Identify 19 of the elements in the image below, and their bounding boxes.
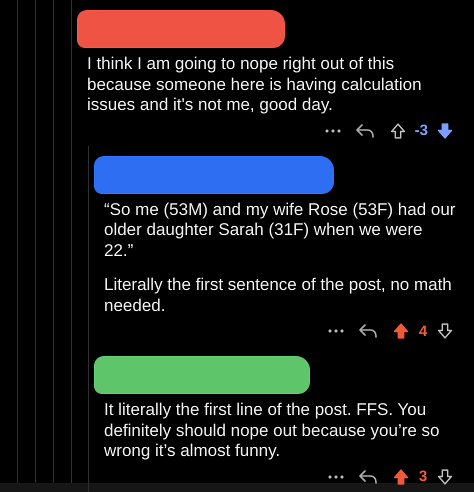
score: 3	[418, 468, 428, 485]
upvote-icon[interactable]	[392, 468, 410, 486]
downvote-icon[interactable]	[436, 122, 454, 140]
downvote-icon[interactable]	[436, 322, 454, 340]
comment-text: “So me (53M) and my wife Rose (53F) had our older daughter Sarah (31F) when we were 22.”	[104, 200, 456, 261]
score: -3	[414, 122, 428, 139]
upvote-icon[interactable]	[392, 322, 410, 340]
more-icon[interactable]	[324, 128, 341, 132]
more-icon[interactable]	[328, 474, 344, 478]
reply-icon[interactable]	[354, 122, 375, 138]
reply-icon[interactable]	[358, 468, 378, 484]
reply-icon[interactable]	[358, 323, 378, 339]
more-icon[interactable]	[328, 329, 344, 333]
comment-text: It literally the first line of the post. FFS. You definitely should nope out because you’re so wrong it’s almost funny.	[104, 400, 441, 462]
upvote-icon[interactable]	[388, 122, 407, 140]
downvote-icon[interactable]	[436, 468, 454, 486]
score: 4	[418, 322, 428, 340]
comment-text: I think I am going to nope right out of this because someone here is having calculation issues and it's not me, good day.	[87, 54, 423, 116]
comment-text: Literally the first sentence of the post, no math needed.	[104, 275, 453, 316]
